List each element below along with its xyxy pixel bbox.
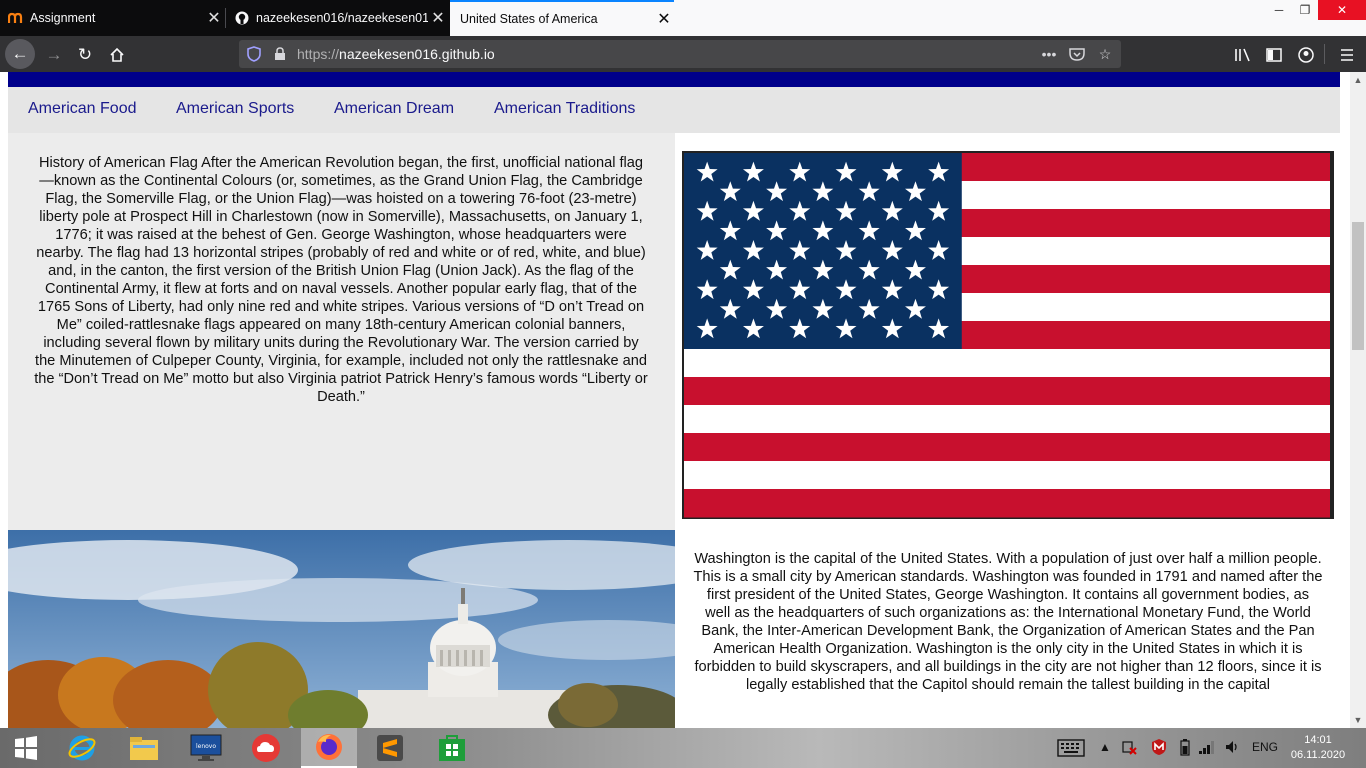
menu-link-american-sports[interactable]: American Sports bbox=[176, 100, 294, 118]
close-icon[interactable]: ✕ bbox=[204, 8, 224, 28]
clock-date: 06.11.2020 bbox=[1290, 749, 1346, 761]
washington-section: Washington is the capital of the United … bbox=[675, 530, 1340, 728]
network-error-icon[interactable] bbox=[1121, 739, 1137, 758]
folder-icon bbox=[130, 737, 158, 760]
flag-history-text: History of American Flag After the Ameri… bbox=[34, 155, 648, 405]
internet-explorer-button[interactable] bbox=[56, 728, 108, 768]
tracking-shield-icon[interactable] bbox=[245, 45, 263, 63]
github-icon bbox=[234, 10, 250, 26]
bookmark-star-icon[interactable]: ☆ bbox=[1096, 45, 1114, 63]
address-bar[interactable]: https://nazeekesen016.github.io ••• ☆ bbox=[239, 40, 1121, 68]
scroll-up-arrow[interactable]: ▲ bbox=[1350, 72, 1366, 88]
library-icon bbox=[1235, 48, 1250, 62]
language-indicator[interactable]: ENG bbox=[1252, 740, 1278, 754]
tab-title: United States of America bbox=[460, 12, 598, 26]
sublime-text-button[interactable] bbox=[364, 728, 416, 768]
clock-time: 14:01 bbox=[1304, 734, 1332, 746]
scroll-down-arrow[interactable]: ▼ bbox=[1350, 712, 1366, 728]
scroll-thumb[interactable] bbox=[1352, 222, 1364, 350]
top-menu: American Food American Sports American D… bbox=[8, 87, 1340, 133]
sidebar-button[interactable] bbox=[1261, 42, 1287, 68]
cloud-icon bbox=[252, 734, 280, 762]
menu-link-american-food[interactable]: American Food bbox=[28, 100, 137, 118]
internet-explorer-icon bbox=[68, 735, 96, 761]
tab-assignment[interactable]: Assignment ✕ bbox=[0, 0, 224, 36]
close-window-button[interactable]: ✕ bbox=[1318, 0, 1366, 20]
lock-icon[interactable] bbox=[271, 45, 289, 63]
account-button[interactable] bbox=[1293, 42, 1319, 68]
signal-strength-icon[interactable] bbox=[1198, 739, 1216, 758]
battery-icon[interactable] bbox=[1180, 739, 1190, 759]
restore-button[interactable]: ❐ bbox=[1290, 0, 1320, 20]
store-bag-icon bbox=[439, 735, 465, 761]
firefox-icon bbox=[316, 734, 342, 760]
lenovo-app-button[interactable]: lenovo bbox=[180, 728, 232, 768]
windows-logo-icon bbox=[15, 736, 37, 760]
microsoft-store-button[interactable] bbox=[426, 728, 478, 768]
file-explorer-button[interactable] bbox=[118, 728, 170, 768]
close-icon[interactable]: ✕ bbox=[428, 8, 448, 28]
home-button[interactable] bbox=[104, 42, 130, 68]
firefox-button[interactable] bbox=[301, 728, 357, 768]
tab-title: Assignment bbox=[30, 11, 96, 25]
page-scrollbar[interactable]: ▲ ▼ bbox=[1350, 72, 1366, 728]
tab-bar: Assignment ✕ nazeekesen016/nazeekesen016… bbox=[0, 0, 1366, 36]
pocket-icon[interactable] bbox=[1068, 45, 1086, 63]
sidebar-icon bbox=[1266, 48, 1282, 62]
tab-github[interactable]: nazeekesen016/nazeekesen016. ✕ bbox=[226, 0, 448, 36]
menu-link-american-dream[interactable]: American Dream bbox=[334, 100, 454, 118]
touch-keyboard-icon[interactable] bbox=[1057, 739, 1085, 760]
tab-title: nazeekesen016/nazeekesen016. bbox=[256, 11, 428, 25]
capitol-photo bbox=[8, 530, 675, 728]
washington-text: Washington is the capital of the United … bbox=[693, 551, 1323, 693]
close-icon[interactable]: ✕ bbox=[654, 9, 674, 29]
clock[interactable]: 14:01 06.11.2020 bbox=[1286, 733, 1350, 763]
lenovo-monitor-icon: lenovo bbox=[190, 734, 222, 761]
header-band bbox=[8, 72, 1340, 87]
american-flag-image bbox=[682, 151, 1334, 519]
moodle-icon bbox=[8, 10, 24, 26]
menu-button[interactable] bbox=[1334, 42, 1360, 68]
tab-united-states[interactable]: United States of America ✕ bbox=[450, 0, 674, 36]
forward-button[interactable]: → bbox=[41, 42, 67, 68]
sublime-text-icon bbox=[377, 735, 403, 761]
show-hidden-icons-chevron-icon[interactable]: ▲ bbox=[1099, 740, 1111, 754]
start-button[interactable] bbox=[0, 728, 52, 768]
page-content: American Food American Sports American D… bbox=[0, 72, 1350, 728]
home-icon bbox=[110, 47, 124, 62]
navigation-toolbar: ← → ↻ https://nazeekesen016.github.io ••… bbox=[0, 36, 1366, 72]
library-button[interactable] bbox=[1230, 42, 1256, 68]
reload-button[interactable]: ↻ bbox=[72, 42, 98, 68]
flag-image-container bbox=[675, 133, 1340, 530]
hamburger-icon bbox=[1341, 49, 1353, 61]
volume-icon[interactable] bbox=[1224, 739, 1240, 758]
back-button[interactable]: ← bbox=[5, 39, 35, 69]
page-actions-icon[interactable]: ••• bbox=[1040, 45, 1058, 63]
svg-text:lenovo: lenovo bbox=[196, 743, 216, 750]
url-text[interactable]: https://nazeekesen016.github.io bbox=[297, 46, 495, 62]
windows-taskbar: lenovo ▲ ENG 14:01 06.11.2020 bbox=[0, 728, 1366, 768]
account-icon bbox=[1298, 47, 1314, 63]
mcafee-shield-icon[interactable] bbox=[1151, 738, 1167, 759]
menu-link-american-traditions[interactable]: American Traditions bbox=[494, 100, 635, 118]
flag-history-section: History of American Flag After the Ameri… bbox=[8, 133, 675, 530]
cloud-app-button[interactable] bbox=[240, 728, 292, 768]
